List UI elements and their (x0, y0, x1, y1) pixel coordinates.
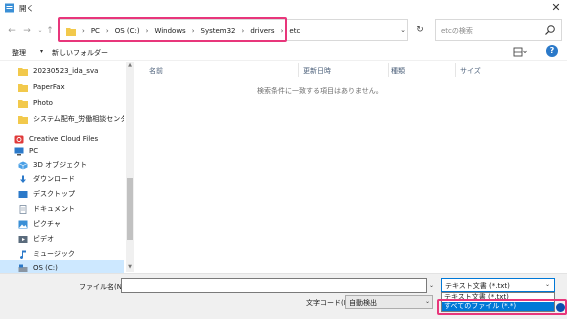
sidebar-item-label: 20230523_ida_sva (33, 67, 99, 75)
column-divider[interactable] (298, 63, 299, 77)
folder-icon (18, 115, 28, 124)
sidebar-item-pictures[interactable]: ピクチャ (0, 216, 124, 232)
sidebar-item-label: 3D オブジェクト (33, 161, 88, 169)
file-type-chevron-icon[interactable]: ⌄ (545, 281, 550, 288)
scroll-down-arrow-icon[interactable]: ▼ (126, 264, 134, 271)
empty-results-message: 検索条件に一致する項目はありません。 (257, 87, 383, 95)
folder-icon (18, 67, 28, 76)
breadcrumb-etc[interactable]: etc (289, 27, 300, 35)
window-title: 開く (19, 4, 34, 13)
navigation-pane: 20230523_ida_sva PaperFax Photo システム配布_労… (0, 61, 137, 276)
drive-icon (18, 264, 28, 272)
column-header-date-modified[interactable]: 更新日時 (303, 66, 331, 76)
column-header-type[interactable]: 種類 (391, 66, 405, 76)
search-icon (545, 25, 555, 35)
address-dropdown-chevron-icon[interactable]: ⌄ (398, 22, 408, 38)
sidebar-item-label: ビデオ (33, 235, 54, 243)
folder-icon (18, 83, 28, 92)
sidebar-item-label: Creative Cloud Files (29, 135, 99, 143)
desktop-icon (18, 190, 28, 198)
annotation-dot-icon (556, 303, 565, 312)
forward-arrow-icon[interactable]: → (21, 24, 33, 38)
videos-icon (18, 235, 28, 243)
download-icon (20, 175, 26, 183)
option-highlight-annotation (437, 299, 567, 315)
up-arrow-icon[interactable]: ↑ (44, 24, 56, 38)
sidebar-scroll-thumb[interactable] (127, 178, 133, 240)
sidebar-item-20230523-ida-sva[interactable]: 20230523_ida_sva (0, 63, 124, 79)
sidebar-item-label: PC (29, 147, 39, 155)
file-type-selected-value: テキスト文書 (*.txt) (445, 282, 510, 290)
pc-icon (14, 147, 24, 155)
address-highlight-annotation (58, 17, 287, 42)
new-folder-button[interactable]: 新しいフォルダー (52, 48, 108, 58)
filename-label: ファイル名(N): (79, 283, 128, 291)
title-bar (0, 0, 567, 17)
sidebar-item-downloads[interactable]: ダウンロード (0, 171, 124, 187)
organize-button[interactable]: 整理 (12, 48, 26, 58)
column-divider[interactable] (388, 63, 389, 77)
sidebar-item-desktop[interactable]: デスクトップ (0, 186, 124, 202)
refresh-icon[interactable]: ↻ (413, 22, 427, 38)
help-icon[interactable]: ? (546, 45, 558, 57)
notepad-icon (5, 3, 14, 13)
sidebar-item-label: ピクチャ (33, 220, 61, 228)
3d-objects-icon (18, 161, 28, 169)
documents-icon (19, 204, 27, 214)
sidebar-item-label: ミュージック (33, 250, 75, 258)
close-button[interactable]: ✕ (549, 1, 563, 15)
view-options-icon[interactable] (513, 46, 527, 58)
folder-icon (18, 99, 28, 108)
sidebar-item-label: Photo (33, 99, 53, 107)
sidebar-item-documents[interactable]: ドキュメント (0, 201, 124, 217)
sidebar-scrollbar[interactable] (126, 62, 134, 272)
column-header-name[interactable]: 名前 (149, 66, 163, 76)
music-icon (20, 250, 26, 259)
column-divider[interactable] (455, 63, 456, 77)
search-placeholder: etcの検索 (441, 27, 473, 35)
organize-chevron-icon[interactable]: ▾ (40, 48, 43, 55)
sidebar-item-label: システム配布_労働相談センター (33, 115, 124, 123)
filename-dropdown-chevron-icon[interactable]: ⌄ (427, 278, 436, 293)
sidebar-item-photo[interactable]: Photo (0, 95, 124, 111)
encoding-value: 自動検出 (349, 299, 377, 307)
encoding-chevron-icon[interactable]: ⌄ (425, 298, 430, 305)
sidebar-item-system-distribution[interactable]: システム配布_労働相談センター (0, 111, 124, 127)
sidebar-item-paperfax[interactable]: PaperFax (0, 79, 124, 95)
back-arrow-icon[interactable]: ← (6, 24, 18, 38)
sidebar-item-label: PaperFax (33, 83, 65, 91)
sidebar-item-label: ダウンロード (33, 175, 75, 183)
sidebar-item-label: OS (C:) (33, 264, 58, 272)
sidebar-item-label: ドキュメント (33, 205, 75, 213)
sidebar-item-videos[interactable]: ビデオ (0, 231, 124, 247)
pictures-icon (18, 220, 28, 228)
sidebar-item-label: デスクトップ (33, 190, 75, 198)
column-header-size[interactable]: サイズ (460, 66, 481, 76)
scroll-up-arrow-icon[interactable]: ▲ (126, 62, 134, 69)
filename-input[interactable] (121, 278, 427, 293)
